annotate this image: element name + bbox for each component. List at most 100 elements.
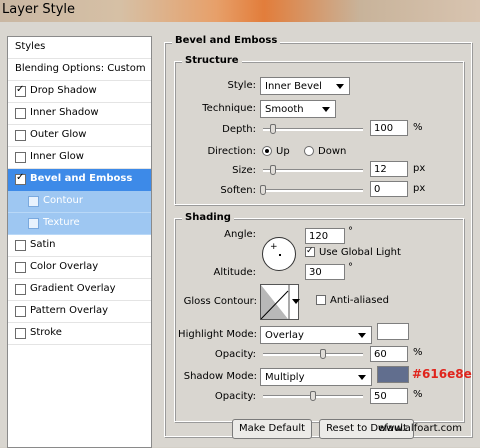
angle-dial[interactable]: + xyxy=(262,237,296,271)
style-item-label: Inner Shadow xyxy=(30,107,99,118)
size-unit: px xyxy=(413,163,426,174)
check-icon: ✓ xyxy=(16,172,25,183)
altitude-unit: ° xyxy=(348,262,353,273)
highlight-opacity-value: 60 xyxy=(374,349,387,360)
highlight-color-swatch[interactable] xyxy=(377,323,409,340)
style-checkbox[interactable]: ✓ xyxy=(15,84,26,97)
style-item-inner-shadow[interactable]: Inner Shadow xyxy=(8,103,151,125)
highlight-opacity-slider-thumb[interactable] xyxy=(320,349,326,359)
style-item-label: Stroke xyxy=(30,327,62,338)
style-checkbox[interactable] xyxy=(28,218,39,229)
style-item-inner-glow[interactable]: Inner Glow xyxy=(8,147,151,169)
window-title: Layer Style xyxy=(2,2,76,17)
style-item-label: Bevel and Emboss xyxy=(30,173,133,184)
style-item-label: Inner Glow xyxy=(30,151,84,162)
style-checkbox[interactable] xyxy=(15,130,26,141)
watermark-text: www.alfoart.com xyxy=(378,423,463,434)
technique-value: Smooth xyxy=(265,104,304,115)
style-checkbox[interactable] xyxy=(15,152,26,163)
use-global-light-checkbox[interactable]: ✓ xyxy=(305,246,315,257)
highlight-mode-label: Highlight Mode: xyxy=(178,329,257,340)
size-value: 12 xyxy=(374,164,387,175)
dialog-body: Styles Blending Options: Custom ✓ Drop Sh… xyxy=(0,22,480,448)
depth-input[interactable]: 100 xyxy=(370,120,408,136)
style-item-stroke[interactable]: Stroke xyxy=(8,323,151,345)
depth-label: Depth: xyxy=(222,124,256,135)
soften-slider-thumb[interactable] xyxy=(260,185,266,195)
size-slider[interactable] xyxy=(263,169,363,172)
style-checkbox[interactable] xyxy=(15,284,26,295)
chevron-down-icon[interactable] xyxy=(292,299,300,304)
style-item-color-overlay[interactable]: Color Overlay xyxy=(8,257,151,279)
size-label: Size: xyxy=(232,165,256,176)
styles-header[interactable]: Styles xyxy=(8,37,151,59)
shadow-opacity-input[interactable]: 50 xyxy=(370,388,408,404)
highlight-mode-dropdown[interactable]: Overlay xyxy=(260,326,372,344)
style-checkbox[interactable] xyxy=(15,328,26,339)
style-item-label: Satin xyxy=(30,239,56,250)
check-icon: ✓ xyxy=(16,84,25,95)
angle-label: Angle: xyxy=(224,229,256,240)
depth-slider[interactable] xyxy=(263,128,363,131)
style-item-outer-glow[interactable]: Outer Glow xyxy=(8,125,151,147)
crosshair-icon: + xyxy=(270,242,278,252)
style-item-label: Pattern Overlay xyxy=(30,305,109,316)
size-slider-thumb[interactable] xyxy=(270,165,276,175)
depth-slider-thumb[interactable] xyxy=(270,124,276,134)
style-dropdown[interactable]: Inner Bevel xyxy=(260,77,350,95)
style-item-texture[interactable]: Texture xyxy=(8,213,151,235)
styles-list: Styles Blending Options: Custom ✓ Drop Sh… xyxy=(7,36,152,448)
style-item-label: Texture xyxy=(43,217,80,228)
angle-value: 120 xyxy=(309,231,329,242)
style-checkbox[interactable] xyxy=(15,262,26,273)
style-checkbox[interactable] xyxy=(15,240,26,251)
soften-value: 0 xyxy=(374,184,381,195)
depth-value: 100 xyxy=(374,123,394,134)
style-checkbox[interactable] xyxy=(15,306,26,317)
altitude-input[interactable]: 30 xyxy=(305,264,345,280)
style-item-drop-shadow[interactable]: ✓ Drop Shadow xyxy=(8,81,151,103)
chevron-down-icon xyxy=(336,84,344,89)
bevel-emboss-title: Bevel and Emboss xyxy=(172,35,281,46)
style-item-contour[interactable]: Contour xyxy=(8,191,151,213)
bevel-emboss-panel: Bevel and Emboss Structure Style: Inner … xyxy=(164,35,472,440)
direction-up-radio[interactable] xyxy=(262,146,272,156)
shadow-opacity-slider-thumb[interactable] xyxy=(310,391,316,401)
styles-header-label: Styles xyxy=(15,41,46,52)
style-value: Inner Bevel xyxy=(265,81,322,92)
altitude-label: Altitude: xyxy=(213,267,256,278)
style-checkbox[interactable] xyxy=(28,196,39,207)
shadow-mode-value: Multiply xyxy=(265,372,305,383)
title-bar: Layer Style xyxy=(0,0,480,22)
style-item-bevel-and-emboss[interactable]: ✓ Bevel and Emboss xyxy=(8,169,151,191)
shadow-color-hex-note: #616e8e xyxy=(412,367,472,381)
make-default-button[interactable]: Make Default xyxy=(232,419,312,439)
blending-options-item[interactable]: Blending Options: Custom xyxy=(8,59,151,81)
direction-down-radio[interactable] xyxy=(304,146,314,156)
style-item-label: Drop Shadow xyxy=(30,85,97,96)
shadow-mode-dropdown[interactable]: Multiply xyxy=(260,368,372,386)
check-icon: ✓ xyxy=(306,246,314,256)
angle-input[interactable]: 120 xyxy=(305,228,345,244)
highlight-opacity-slider[interactable] xyxy=(263,353,363,356)
style-checkbox[interactable] xyxy=(15,108,26,119)
direction-label: Direction: xyxy=(207,146,256,157)
size-input[interactable]: 12 xyxy=(370,161,408,177)
soften-slider[interactable] xyxy=(263,189,363,192)
shadow-mode-label: Shadow Mode: xyxy=(183,371,257,382)
use-global-light-label: Use Global Light xyxy=(319,247,401,258)
chevron-down-icon xyxy=(358,375,366,380)
anti-aliased-checkbox[interactable] xyxy=(316,295,326,305)
style-item-satin[interactable]: Satin xyxy=(8,235,151,257)
style-checkbox[interactable]: ✓ xyxy=(15,172,26,185)
highlight-mode-value: Overlay xyxy=(265,330,304,341)
shadow-color-swatch[interactable] xyxy=(377,366,409,383)
style-item-gradient-overlay[interactable]: Gradient Overlay xyxy=(8,279,151,301)
highlight-opacity-input[interactable]: 60 xyxy=(370,346,408,362)
soften-label: Soften: xyxy=(220,185,256,196)
angle-unit: ° xyxy=(348,226,353,237)
shadow-opacity-label: Opacity: xyxy=(214,391,256,402)
style-item-pattern-overlay[interactable]: Pattern Overlay xyxy=(8,301,151,323)
technique-dropdown[interactable]: Smooth xyxy=(260,100,336,118)
soften-input[interactable]: 0 xyxy=(370,181,408,197)
